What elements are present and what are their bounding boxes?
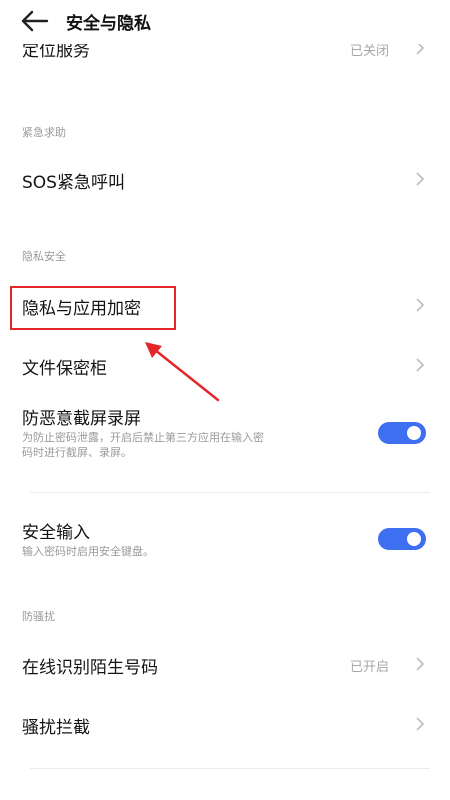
divider [30,768,430,769]
divider [30,492,430,493]
anti-screenshot-desc-line1: 为防止密码泄露，开启后禁止第三方应用在输入密 [22,431,264,444]
harass-block-row[interactable]: 骚扰拦截 [0,705,450,745]
location-services-label: 定位服务 [22,44,90,61]
sos-label: SOS紧急呼叫 [22,173,125,193]
page-title: 安全与隐私 [66,14,151,34]
chevron-right-icon [416,172,425,186]
location-services-status: 已关闭 [350,44,390,59]
stranger-id-status: 已开启 [350,660,390,675]
toggle-knob [407,532,421,546]
anti-screenshot-row: 防恶意截屏录屏 为防止密码泄露，开启后禁止第三方应用在输入密 码时进行截屏、录屏… [0,398,450,468]
highlight-box [10,286,176,330]
secure-input-desc: 输入密码时启用安全键盘。 [22,545,154,558]
file-safe-label: 文件保密柜 [22,359,107,379]
chevron-right-icon [416,358,425,372]
header-bar: 安全与隐私 [0,0,450,44]
stranger-id-row[interactable]: 在线识别陌生号码 已开启 [0,645,450,685]
secure-input-row: 安全输入 输入密码时启用安全键盘。 [0,514,450,564]
secure-input-toggle[interactable] [378,528,426,550]
chevron-right-icon [416,717,425,731]
file-safe-row[interactable]: 文件保密柜 [0,346,450,386]
sos-row[interactable]: SOS紧急呼叫 [0,160,450,200]
back-arrow-icon[interactable] [20,8,50,34]
anti-screenshot-desc-line2: 码时进行截屏、录屏。 [22,446,132,459]
harass-block-label: 骚扰拦截 [22,718,90,738]
location-services-row[interactable]: 定位服务 已关闭 [0,44,450,70]
section-header-privacy: 隐私安全 [22,250,66,263]
section-header-emergency: 紧急求助 [22,126,66,139]
toggle-knob [407,426,421,440]
chevron-right-icon [416,298,425,312]
stranger-id-label: 在线识别陌生号码 [22,658,158,678]
chevron-right-icon [416,44,425,55]
secure-input-label: 安全输入 [22,523,90,543]
chevron-right-icon [416,657,425,671]
anti-screenshot-toggle[interactable] [378,422,426,444]
section-header-harassment: 防骚扰 [22,610,55,623]
anti-screenshot-label: 防恶意截屏录屏 [22,409,141,429]
